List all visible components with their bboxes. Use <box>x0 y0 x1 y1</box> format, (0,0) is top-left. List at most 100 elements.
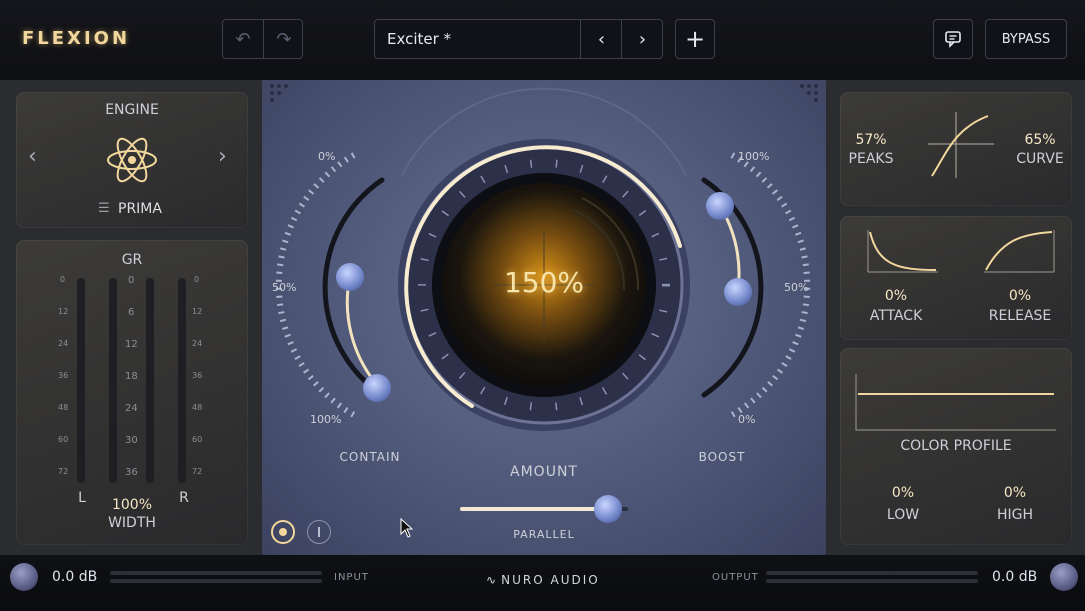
gr-right-tick: 60 <box>192 435 203 444</box>
boost-bottom-value: 0% <box>738 413 756 426</box>
redo-button[interactable]: ↷ <box>263 20 304 58</box>
center-panel: 0% 50% 100% 100% 50% 0% 150% CONTAIN AMO… <box>262 80 826 555</box>
right-panel: 57% PEAKS 65% CURVE 0% ATTACK 0% RELEASE… <box>826 80 1085 555</box>
gr-left-tick: 36 <box>58 371 69 380</box>
release-label: RELEASE <box>988 308 1052 324</box>
parallel-handle[interactable] <box>593 495 622 523</box>
gr-left-tick: 48 <box>58 403 69 412</box>
output-meter-b <box>766 579 978 583</box>
gr-center-tick: 24 <box>125 403 138 414</box>
engine-next-button[interactable]: › <box>218 144 227 169</box>
undo-redo-group: ↶ ↷ <box>222 19 303 59</box>
gr-center-tick: 0 <box>128 275 135 286</box>
left-panel: ENGINE ‹ › ☰ PRIMA GR 0 12 24 36 48 60 7… <box>0 80 262 555</box>
contain-top-value: 0% <box>318 150 336 163</box>
top-bar: FLEXION ↶ ↷ Exciter * ‹ › + BYPASS <box>0 0 1085 80</box>
contain-handle-top[interactable] <box>336 263 364 291</box>
width-label: WIDTH <box>108 515 156 531</box>
gr-meter-card: GR 0 12 24 36 48 60 72 0 6 12 18 24 30 3… <box>16 240 248 545</box>
add-preset-button[interactable]: + <box>675 19 715 59</box>
app-logo: FLEXION <box>22 28 131 49</box>
boost-handle-top[interactable] <box>706 192 734 220</box>
peaks-value[interactable]: 57% <box>846 132 896 148</box>
output-db-value: 0.0 dB <box>992 569 1038 585</box>
parallel-fill <box>460 507 608 511</box>
release-graph <box>984 230 1055 273</box>
gr-title: GR <box>121 252 143 268</box>
input-gain-knob[interactable] <box>10 563 38 591</box>
gr-center-tick: 12 <box>125 339 138 350</box>
gr-left-tick: 12 <box>58 307 69 316</box>
engine-menu-button[interactable]: ☰ PRIMA <box>98 200 178 220</box>
color-profile-label: COLOR PROFILE <box>900 438 1012 454</box>
gr-center-tick: 18 <box>125 371 138 382</box>
gr-right-tick: 36 <box>192 371 203 380</box>
gr-bar-left-a <box>77 278 85 483</box>
input-db-value: 0.0 dB <box>52 569 98 585</box>
gr-right-tick: 12 <box>192 307 203 316</box>
output-gain-knob[interactable] <box>1050 563 1078 591</box>
preset-selector[interactable]: Exciter * ‹ › <box>374 19 663 59</box>
high-label: HIGH <box>996 507 1034 523</box>
brand-logo-icon: ∿ <box>486 573 497 587</box>
attack-label: ATTACK <box>869 308 923 324</box>
chat-button[interactable] <box>933 19 973 59</box>
input-meter-b <box>110 579 322 583</box>
circle-dot-icon <box>279 528 287 536</box>
mouse-cursor-icon <box>400 518 414 538</box>
main-area: ENGINE ‹ › ☰ PRIMA GR 0 12 24 36 48 60 7… <box>0 80 1085 555</box>
chevron-left-icon: ‹ <box>597 28 606 50</box>
mode-button-a[interactable] <box>271 520 295 544</box>
engine-card: ENGINE ‹ › ☰ PRIMA <box>16 92 248 228</box>
boost-mid-value: 50% <box>784 281 809 294</box>
low-value[interactable]: 0% <box>878 485 928 501</box>
output-meter-a <box>766 571 978 575</box>
atom-icon <box>107 137 157 183</box>
output-label: OUTPUT <box>712 572 759 583</box>
width-value[interactable]: 100% <box>92 497 172 513</box>
high-value[interactable]: 0% <box>990 485 1040 501</box>
attack-value[interactable]: 0% <box>866 288 926 304</box>
color-profile-graph <box>855 374 1056 431</box>
chat-icon <box>945 31 961 48</box>
chevron-right-icon: › <box>638 28 647 50</box>
low-label: LOW <box>886 507 920 523</box>
peaks-curve-card: 57% PEAKS 65% CURVE <box>840 92 1072 206</box>
attack-release-card: 0% ATTACK 0% RELEASE <box>840 216 1072 340</box>
gr-left-channel: L <box>78 490 86 506</box>
boost-top-value: 100% <box>738 150 770 163</box>
bottom-bar: 0.0 dB INPUT ∿ NURO AUDIO OUTPUT 0.0 dB <box>0 555 1085 611</box>
peaks-label: PEAKS <box>848 151 894 167</box>
gr-right-tick: 48 <box>192 403 203 412</box>
engine-prev-button[interactable]: ‹ <box>28 144 37 169</box>
boost-handle-bottom[interactable] <box>724 278 752 306</box>
curve-value[interactable]: 65% <box>1012 132 1068 148</box>
preset-prev-button[interactable]: ‹ <box>580 20 622 58</box>
undo-icon: ↶ <box>235 28 251 50</box>
input-label: INPUT <box>334 572 369 583</box>
plus-icon: + <box>684 25 706 53</box>
gr-bar-right-a <box>146 278 154 483</box>
amount-value: 150% <box>503 266 585 299</box>
gr-right-tick: 0 <box>194 275 200 284</box>
mode-button-b[interactable] <box>307 520 331 544</box>
color-profile-card: COLOR PROFILE 0% LOW 0% HIGH <box>840 348 1072 545</box>
parallel-slider[interactable] <box>460 495 628 523</box>
parallel-label: PARALLEL <box>513 528 575 541</box>
preset-next-button[interactable]: › <box>621 20 663 58</box>
gr-left-tick: 72 <box>58 467 69 476</box>
contain-handle-bottom[interactable] <box>363 374 391 402</box>
gr-bar-right-b <box>178 278 186 483</box>
engine-title: ENGINE <box>105 102 159 118</box>
contain-bottom-value: 100% <box>310 413 342 426</box>
brand-area: ∿ NURO AUDIO <box>486 569 600 588</box>
release-value[interactable]: 0% <box>990 288 1050 304</box>
gr-right-tick: 72 <box>192 467 203 476</box>
undo-button[interactable]: ↶ <box>223 20 263 58</box>
bypass-button[interactable]: BYPASS <box>985 19 1067 59</box>
boost-label: BOOST <box>698 450 746 464</box>
gr-center-tick: 30 <box>125 435 138 446</box>
preset-name: Exciter * <box>387 30 452 48</box>
engine-name: PRIMA <box>118 201 162 217</box>
curve-graph <box>928 112 994 178</box>
